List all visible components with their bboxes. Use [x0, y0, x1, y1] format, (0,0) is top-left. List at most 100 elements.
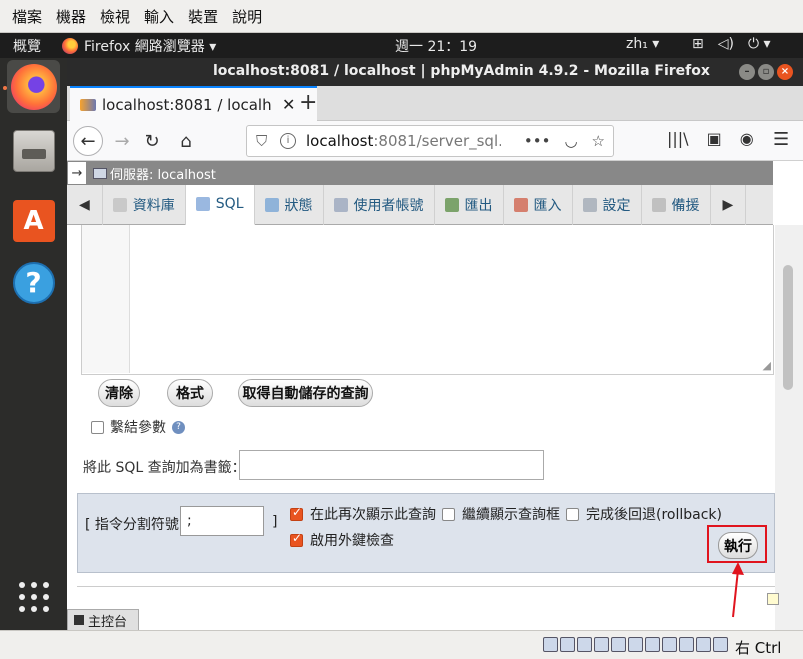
forward-button[interactable]: → — [107, 126, 137, 156]
window-titlebar[interactable]: localhost:8081 / localhost | phpMyAdmin … — [67, 58, 803, 86]
maximize-icon[interactable]: ▫ — [758, 64, 774, 80]
bind-parameters-label[interactable]: 繫結參數 — [110, 417, 166, 437]
bookmark-star-icon[interactable]: ☆ — [592, 132, 605, 150]
console-tab[interactable]: 主控台 — [67, 609, 139, 630]
site-info-icon[interactable]: i — [280, 133, 296, 149]
mouse-integration-icon[interactable] — [696, 637, 711, 652]
settings-icon — [582, 197, 597, 212]
retain-query-box-option[interactable]: 繼續顯示查詢框 — [442, 504, 560, 524]
audio-icon[interactable] — [577, 637, 592, 652]
dock-software[interactable]: A — [7, 194, 60, 247]
show-query-again-checkbox[interactable] — [290, 505, 303, 521]
optical-drive-icon[interactable] — [560, 637, 575, 652]
power-icon: ⏻ ▾ — [747, 36, 771, 52]
menu-devices[interactable]: 裝置 — [188, 6, 218, 27]
dock-files[interactable] — [7, 124, 60, 177]
sql-query-editor[interactable]: ◢ — [81, 225, 774, 375]
host-key-label: 右 Ctrl — [735, 639, 782, 657]
browser-tab[interactable]: localhost:8081 / localhost ✕ — [70, 86, 317, 121]
get-autosaved-query-button[interactable]: 取得自動儲存的查詢 — [238, 379, 373, 407]
menu-input[interactable]: 輸入 — [144, 6, 174, 27]
retain-query-box-checkbox[interactable] — [442, 507, 455, 521]
tab-replication[interactable]: 備援 — [642, 184, 711, 225]
page-content: → 伺服器: localhost ◀ 資料庫 SQL 狀態 使用者帳號 匯出 匯… — [67, 161, 803, 630]
home-button[interactable]: ⌂ — [171, 126, 201, 156]
tab-import[interactable]: 匯入 — [504, 184, 573, 225]
hard-disk-icon[interactable] — [543, 637, 558, 652]
collapse-nav-arrow-icon[interactable]: → — [67, 161, 87, 185]
page-scrollbar[interactable] — [775, 225, 803, 630]
bookmark-input[interactable] — [239, 450, 544, 480]
menu-machine[interactable]: 機器 — [56, 6, 86, 27]
usb-icon[interactable] — [611, 637, 626, 652]
shared-folder-icon[interactable] — [628, 637, 643, 652]
account-icon[interactable]: ◉ — [740, 129, 754, 148]
keyboard-capture-icon[interactable] — [713, 637, 728, 652]
resize-grip-icon[interactable]: ◢ — [763, 359, 771, 372]
go-button[interactable]: 執行 — [718, 532, 758, 559]
tab-settings[interactable]: 設定 — [573, 184, 642, 225]
tabs-scroll-right-icon[interactable]: ▶ — [711, 184, 747, 225]
recording-icon[interactable] — [662, 637, 677, 652]
menu-hamburger-icon[interactable]: ☰ — [773, 129, 789, 150]
vbox-device-icons — [543, 637, 728, 652]
window-title: localhost:8081 / localhost | phpMyAdmin … — [213, 63, 710, 79]
menu-view[interactable]: 檢視 — [100, 6, 130, 27]
pocket-icon[interactable]: ◡ — [564, 132, 577, 150]
divider — [77, 586, 775, 587]
fk-checks-label: 啟用外鍵檢查 — [310, 533, 394, 549]
tab-status[interactable]: 狀態 — [255, 184, 324, 225]
new-tab-button[interactable]: + — [299, 90, 317, 115]
query-options-panel: [ 指令分割符號 ; ] 在此再次顯示此查詢 繼續顯示查詢框 完成後回退(rol… — [77, 493, 775, 573]
sidebar-icon[interactable]: ▣ — [707, 129, 722, 148]
system-tray[interactable]: ⊞ ◁) ⏻ ▾ — [692, 36, 771, 52]
scrollbar-thumb[interactable] — [783, 265, 793, 390]
network-adapter-icon[interactable] — [594, 637, 609, 652]
back-button[interactable]: ← — [73, 126, 103, 156]
show-applications-button[interactable] — [7, 570, 60, 623]
fk-checks-checkbox[interactable] — [290, 531, 303, 547]
retain-query-box-label: 繼續顯示查詢框 — [462, 507, 560, 523]
apps-grid-icon — [18, 581, 49, 612]
reload-button[interactable]: ↻ — [137, 126, 167, 156]
dock-help[interactable]: ? — [7, 256, 60, 309]
url-bar[interactable]: ⛉ i localhost :8081/server_sql.php ••• ◡… — [246, 125, 614, 157]
rollback-option[interactable]: 完成後回退(rollback) — [566, 504, 722, 524]
delimiter-input[interactable]: ; — [180, 506, 264, 536]
minimize-icon[interactable]: – — [739, 64, 755, 80]
activities-button[interactable]: 概覽 — [13, 36, 41, 56]
bind-parameters-checkbox[interactable] — [91, 420, 104, 434]
clock[interactable]: 週一 21：19 — [395, 36, 477, 56]
note-icon[interactable] — [767, 593, 779, 605]
url-host: localhost — [306, 132, 374, 150]
tab-title: localhost:8081 / localhost — [102, 95, 272, 114]
menu-file[interactable]: 檔案 — [12, 6, 42, 27]
page-actions-icon[interactable]: ••• — [524, 132, 551, 150]
tab-databases[interactable]: 資料庫 — [103, 184, 186, 225]
fk-checks-option[interactable]: 啟用外鍵檢查 — [290, 530, 394, 550]
tab-user-accounts[interactable]: 使用者帳號 — [324, 184, 435, 225]
help-icon[interactable]: ? — [172, 420, 185, 434]
firefox-window: localhost:8081 / localhost | phpMyAdmin … — [67, 58, 803, 630]
tab-settings-label: 設定 — [602, 197, 631, 214]
tabs-scroll-left-icon[interactable]: ◀ — [67, 184, 103, 225]
dock-firefox[interactable] — [7, 60, 60, 113]
library-icon[interactable]: |||\ — [667, 129, 689, 148]
format-button[interactable]: 格式 — [167, 379, 213, 407]
tab-close-icon[interactable]: ✕ — [282, 95, 295, 114]
close-window-icon[interactable]: × — [777, 64, 793, 80]
clear-button[interactable]: 清除 — [98, 379, 140, 407]
tab-sql[interactable]: SQL — [185, 184, 255, 225]
display-icon[interactable] — [645, 637, 660, 652]
tracking-shield-icon[interactable]: ⛉ — [256, 132, 272, 150]
input-method-indicator[interactable]: zh₁ ▾ — [626, 36, 659, 52]
cpu-icon[interactable] — [679, 637, 694, 652]
app-menu[interactable]: Firefox 網路瀏覽器 ▾ — [62, 36, 216, 56]
server-label[interactable]: 伺服器: localhost — [110, 164, 216, 183]
users-icon — [333, 197, 348, 212]
rollback-checkbox[interactable] — [566, 507, 579, 521]
show-query-again-option[interactable]: 在此再次顯示此查詢 — [290, 504, 436, 524]
tab-export[interactable]: 匯出 — [435, 184, 504, 225]
menu-help[interactable]: 說明 — [232, 6, 262, 27]
tab-status-label: 狀態 — [284, 197, 313, 214]
